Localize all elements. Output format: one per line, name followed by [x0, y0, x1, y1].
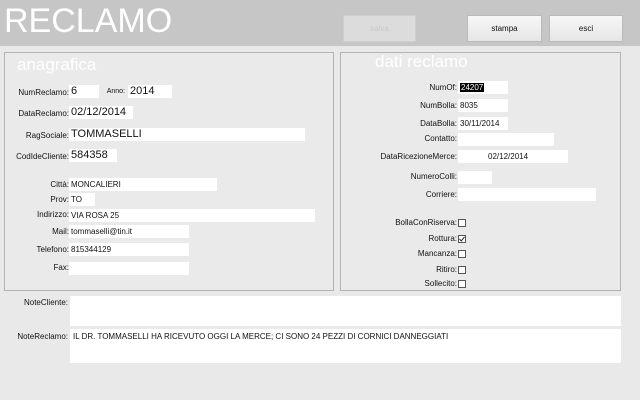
exit-button[interactable]: esci — [549, 15, 623, 42]
telefono-field[interactable]: 815344129 — [69, 243, 189, 256]
citta-label: Città: — [50, 180, 69, 189]
indirizzo-label: Indirizzo: — [36, 210, 69, 219]
rottura-checkbox[interactable] — [458, 235, 466, 243]
mancanza-checkbox[interactable] — [458, 250, 466, 258]
cod-cliente-field[interactable]: 584358 — [69, 149, 117, 162]
anagrafica-panel: anagrafica NumReclamo: 6 Anno: 2014 Data… — [4, 52, 334, 291]
numbolla-label: NumBolla: — [420, 101, 457, 110]
bolla-con-riserva-label: BollaConRiserva: — [395, 218, 457, 227]
contatto-label: Contatto: — [424, 134, 457, 143]
fax-field[interactable] — [69, 262, 189, 275]
sollecito-label: Sollecito: — [424, 279, 457, 288]
dati-reclamo-title: dati reclamo — [375, 52, 468, 71]
numof-label: NumOf: — [429, 83, 457, 92]
anno-field[interactable]: 2014 — [128, 85, 172, 98]
ritiro-label: Ritiro: — [436, 265, 457, 274]
corriere-field[interactable] — [458, 188, 596, 201]
rag-sociale-field[interactable]: TOMMASELLI — [69, 128, 305, 141]
bolla-con-riserva-checkbox[interactable] — [458, 219, 466, 227]
note-reclamo-textarea[interactable]: IL DR. TOMMASELLI HA RICEVUTO OGGI LA ME… — [70, 329, 621, 363]
mancanza-label: Mancanza: — [417, 249, 457, 258]
rag-sociale-label: RagSociale: — [25, 131, 69, 140]
anagrafica-title: anagrafica — [17, 55, 97, 74]
prov-label: Prov: — [50, 195, 69, 204]
num-reclamo-label: NumReclamo: — [18, 88, 69, 97]
checkmark-icon — [459, 236, 465, 242]
prov-field[interactable]: TO — [69, 193, 95, 206]
data-reclamo-label: DataReclamo: — [18, 109, 69, 118]
databolla-field[interactable]: 30/11/2014 — [458, 117, 508, 130]
numero-colli-label: NumeroColli: — [410, 172, 457, 181]
dati-reclamo-panel: dati reclamo NumOf: 24207 NumBolla: 8035… — [340, 52, 621, 291]
data-reclamo-field[interactable]: 02/12/2014 — [69, 106, 133, 119]
cod-cliente-label: CodIdeCliente: — [16, 152, 69, 161]
corriere-label: Corriere: — [425, 190, 457, 199]
header-bar: RECLAMO salva stampa esci — [0, 0, 640, 46]
telefono-label: Telefono: — [36, 245, 69, 254]
contatto-field[interactable] — [458, 133, 554, 146]
numof-value: 24207 — [460, 83, 485, 92]
app-title: RECLAMO — [4, 2, 173, 40]
fax-label: Fax: — [53, 263, 69, 272]
mail-label: Mail: — [52, 227, 69, 236]
data-ricezione-label: DataRicezioneMerce: — [380, 152, 457, 161]
save-button[interactable]: salva — [343, 15, 416, 42]
num-reclamo-field[interactable]: 6 — [69, 85, 99, 98]
sollecito-checkbox[interactable] — [458, 280, 466, 288]
mail-field[interactable]: tommaselli@tin.it — [69, 225, 189, 238]
numbolla-field[interactable]: 8035 — [458, 99, 508, 112]
anno-label: Anno: — [106, 88, 125, 95]
ritiro-checkbox[interactable] — [458, 266, 466, 274]
databolla-label: DataBolla: — [420, 119, 457, 128]
note-cliente-textarea[interactable] — [70, 296, 621, 326]
note-reclamo-label: NoteReclamo: — [17, 332, 68, 341]
print-button[interactable]: stampa — [467, 15, 542, 42]
indirizzo-field[interactable]: VIA ROSA 25 — [69, 209, 315, 222]
numof-field[interactable]: 24207 — [458, 81, 508, 94]
data-ricezione-field[interactable]: 02/12/2014 — [458, 150, 568, 163]
numero-colli-field[interactable] — [458, 171, 492, 184]
citta-field[interactable]: MONCALIERI — [69, 178, 217, 191]
rottura-label: Rottura: — [428, 234, 457, 243]
note-cliente-label: NoteCliente: — [23, 298, 68, 307]
